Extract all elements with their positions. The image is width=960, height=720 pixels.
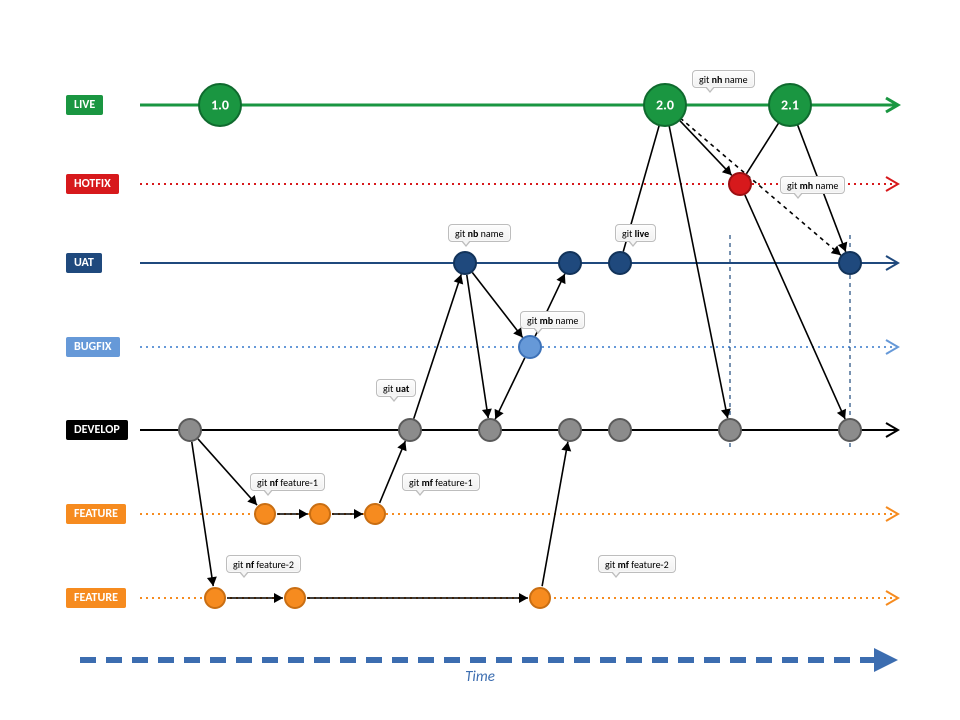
node-u1 [558, 251, 582, 275]
node-b0 [518, 335, 542, 359]
cmd-label: git nf feature-2 [226, 555, 301, 573]
node-d0 [178, 418, 202, 442]
node-f1a [254, 503, 276, 525]
node-u3 [838, 251, 862, 275]
release-1.0: 1.0 [198, 83, 242, 127]
node-f2c [529, 587, 551, 609]
cmd-label: git nb name [448, 224, 511, 242]
cmd-label: git mh name [780, 176, 845, 194]
lane-label-uat: UAT [66, 253, 102, 273]
node-d2 [478, 418, 502, 442]
node-d6 [838, 418, 862, 442]
lane-label-bugfix: BUGFIX [66, 337, 120, 357]
cmd-label: git nh name [692, 70, 755, 88]
lane-label-develop: DEVELOP [66, 420, 128, 440]
cmd-label: git nf feature-1 [250, 473, 325, 491]
lane-label-feature2: FEATURE [66, 588, 126, 608]
node-f2b [284, 587, 306, 609]
node-h0 [728, 172, 752, 196]
node-d4 [608, 418, 632, 442]
time-axis-label: Time [0, 668, 960, 686]
node-u0 [453, 251, 477, 275]
cmd-label: git live [615, 224, 656, 242]
node-f1b [309, 503, 331, 525]
cmd-label: git uat [376, 379, 416, 397]
lane-label-live: LIVE [66, 95, 103, 115]
cmd-label: git mf feature-2 [598, 555, 676, 573]
node-f2a [204, 587, 226, 609]
node-d1 [398, 418, 422, 442]
cmd-label: git mb name [520, 311, 585, 329]
lane-label-feature1: FEATURE [66, 504, 126, 524]
node-d5 [718, 418, 742, 442]
node-d3 [558, 418, 582, 442]
node-u2 [608, 251, 632, 275]
node-f1c [364, 503, 386, 525]
release-2.1: 2.1 [768, 83, 812, 127]
release-2.0: 2.0 [643, 83, 687, 127]
lane-label-hotfix: HOTFIX [66, 174, 119, 194]
cmd-label: git mf feature-1 [402, 473, 480, 491]
